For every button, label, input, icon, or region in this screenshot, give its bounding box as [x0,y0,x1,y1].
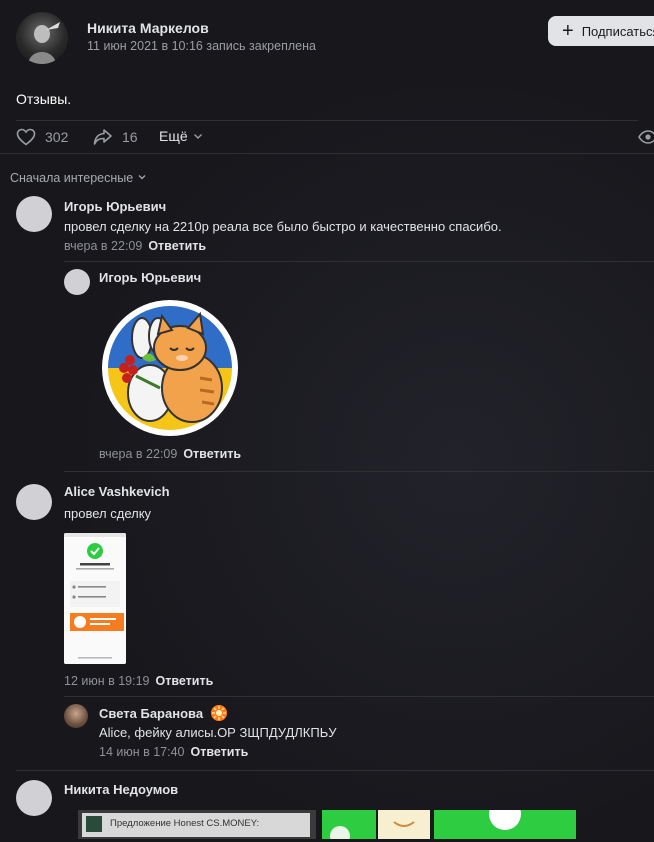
sort-dropdown[interactable]: Сначала интересные [10,171,147,185]
author-name[interactable]: Никита Маркелов [87,20,209,36]
comment-author[interactable]: Никита Недоумов [64,782,178,797]
divider [16,120,638,121]
post-text: Отзывы. [16,91,72,107]
avatar[interactable] [16,196,52,232]
payment-success-screenshot [64,533,126,664]
sort-label: Сначала интересные [10,171,134,185]
chevron-down-icon [193,134,202,139]
avatar[interactable] [64,269,90,295]
comment-meta: 12 июн в 19:19 Ответить [64,674,213,688]
pinned-label: запись закреплена [206,39,316,53]
author-avatar-figure [28,22,60,64]
divider [64,261,654,262]
divider [16,770,654,771]
subscribe-label: Подписаться [581,23,654,39]
comment-time[interactable]: вчера в 22:09 [99,447,177,461]
comment-meta: вчера в 22:09 Ответить [64,239,206,253]
post-meta: 11 июн 2021 в 10:16 запись закреплена [87,39,316,53]
divider [64,471,654,472]
comment-meta: вчера в 22:09 Ответить [99,447,241,461]
avatar[interactable] [64,704,88,728]
avatar[interactable] [16,484,52,520]
reply-button[interactable]: Ответить [183,447,241,461]
plus-icon: + [562,20,574,42]
comment-author[interactable]: Света Баранова [99,706,203,721]
comment-text: Alice, фейку алисы.ОР ЗЩПДУДЛКПЬУ [99,725,337,740]
divider [0,153,654,154]
comment-time[interactable]: 14 июн в 17:40 [99,745,185,759]
reply-button[interactable]: Ответить [148,239,206,253]
attached-screenshot[interactable] [64,533,126,664]
cat-hugging-bunny-sticker [100,298,240,438]
post-date[interactable]: 11 июн 2021 в 10:16 [87,39,203,53]
comment-time[interactable]: вчера в 22:09 [64,239,142,253]
heart-icon [16,128,36,146]
share-count: 16 [122,129,138,145]
comment-text: провел сделку [64,506,152,521]
divider [64,696,654,697]
comment-time[interactable]: 12 июн в 19:19 [64,674,150,688]
reply-button[interactable]: Ответить [191,745,249,759]
share-icon [93,129,112,145]
like-count: 302 [45,129,69,145]
reply-button[interactable]: Ответить [156,674,214,688]
comment-text: провел сделку на 2210р реала все было бы… [64,219,502,234]
comment-author[interactable]: Игорь Юрьевич [99,270,201,285]
comment-author-row: Света Баранова [99,705,227,721]
chevron-down-icon [138,175,146,180]
comment-author[interactable]: Игорь Юрьевич [64,199,166,214]
comment-meta: 14 июн в 17:40 Ответить [99,745,248,759]
author-avatar[interactable] [16,12,68,64]
subscribe-button[interactable]: + Подписаться [548,16,654,46]
share-button[interactable]: 16 [93,128,138,146]
avatar[interactable] [16,780,52,816]
comment-author[interactable]: Alice Vashkevich [64,484,170,499]
like-button[interactable]: 302 [16,128,68,146]
more-label: Ещё [159,128,188,144]
more-button[interactable]: Ещё [159,128,204,144]
views-eye-icon [638,129,654,148]
media-caption: Предложение Honest CS.MONEY: [110,818,260,829]
flower-emoji-icon [210,705,227,721]
